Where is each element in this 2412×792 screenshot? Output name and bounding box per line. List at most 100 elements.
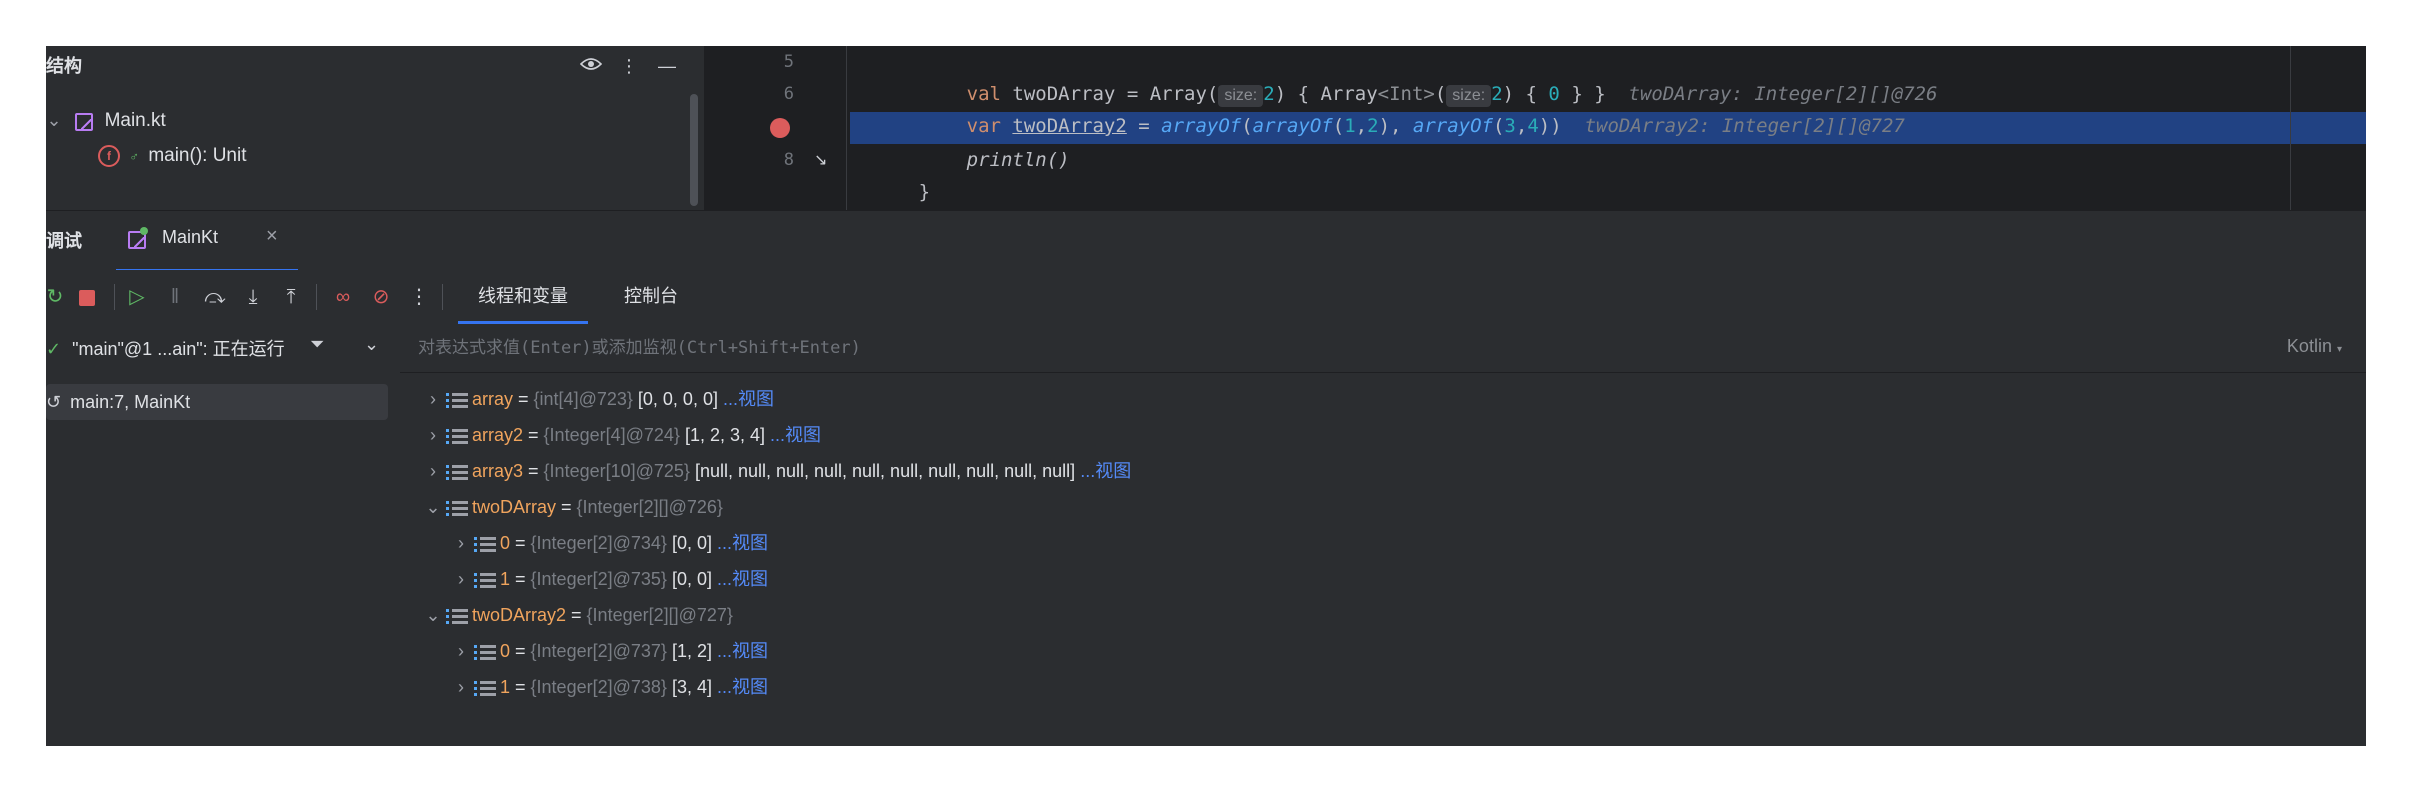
array-icon	[446, 499, 468, 517]
toolbar-separator	[442, 284, 443, 310]
debug-inlay-value: twoDArray2: Integer[2][]@727	[1584, 115, 1905, 137]
frame-return-icon: ↺	[46, 392, 62, 412]
variable-name: 1	[500, 569, 511, 589]
rerun-icon[interactable]: ↻	[46, 282, 70, 312]
variable-type: {Integer[10]@725}	[543, 461, 690, 481]
equals-sign: =	[510, 533, 531, 553]
code-editor[interactable]: 5 6 8 ↘ val twoDArray = Array(size: 2) { …	[704, 46, 2366, 210]
thread-label: "main"@1 ...ain": 正在运行	[72, 339, 285, 359]
tree-item-main-function[interactable]: f ♂ main(): Unit	[98, 140, 247, 172]
variable-row[interactable]: › 0 = {Integer[2]@737} [1, 2] ...视图	[450, 634, 768, 668]
view-link[interactable]: ...视图	[717, 641, 768, 661]
step-into-icon[interactable]: ⤓	[238, 282, 268, 312]
tab-mainkt[interactable]: MainKt ×	[116, 211, 298, 272]
more-vertical-icon[interactable]: ⋮	[616, 52, 642, 80]
stop-button[interactable]	[72, 282, 102, 312]
eye-icon[interactable]	[578, 52, 604, 80]
language-selector[interactable]: Kotlin ▾	[2287, 336, 2342, 357]
variable-type: {Integer[2][]@727}	[586, 605, 733, 625]
chevron-right-icon[interactable]: ›	[422, 382, 444, 416]
chevron-down-icon[interactable]: ⌄	[422, 598, 444, 632]
variable-type: {int[4]@723}	[533, 389, 633, 409]
code-line-8: }	[918, 181, 931, 203]
toolbar-separator	[316, 284, 317, 310]
public-icon: ♂	[129, 149, 140, 164]
variable-value: [0, 0]	[671, 569, 712, 589]
chevron-right-icon[interactable]: ›	[450, 634, 472, 668]
code-line-5: val twoDArray = Array(size: 2) { Array<In…	[966, 83, 1938, 107]
thread-selector[interactable]: ✓ "main"@1 ...ain": 正在运行	[46, 332, 285, 366]
array-icon	[474, 679, 496, 697]
chevron-right-icon[interactable]: ›	[422, 454, 444, 488]
variable-row[interactable]: › array = {int[4]@723} [0, 0, 0, 0] ...视图	[422, 382, 774, 416]
stack-frame[interactable]: ↺ main:7, MainKt	[46, 384, 388, 420]
chevron-down-icon[interactable]: ⌄	[364, 334, 379, 355]
variable-value: [0, 0]	[671, 533, 712, 553]
variable-row[interactable]: › array3 = {Integer[10]@725} [null, null,…	[422, 454, 1131, 488]
structure-panel: 结构 ⋮ — ⌄ Main.kt f ♂ main(): Unit	[46, 46, 704, 210]
variable-type: {Integer[4]@724}	[543, 425, 680, 445]
chevron-right-icon[interactable]: ›	[422, 418, 444, 452]
line-number: 8	[783, 150, 794, 170]
chevron-down-icon[interactable]: ⌄	[46, 104, 62, 136]
variable-type: {Integer[2]@734}	[530, 533, 667, 553]
view-link[interactable]: ...视图	[717, 677, 768, 697]
chevron-right-icon[interactable]: ›	[450, 670, 472, 704]
gutter-divider	[846, 46, 847, 210]
variable-row[interactable]: › 1 = {Integer[2]@738} [3, 4] ...视图	[450, 670, 768, 704]
variable-name: array3	[472, 461, 524, 481]
minimize-icon[interactable]: —	[654, 52, 680, 80]
variables-panel: Kotlin ▾ › array = {int[4]@723} [0, 0, 0,…	[400, 324, 2366, 746]
more-vertical-icon[interactable]: ⋮	[404, 282, 434, 312]
tab-console[interactable]: 控制台	[604, 270, 698, 321]
breakpoint-icon[interactable]	[770, 118, 790, 138]
view-link[interactable]: ...视图	[1080, 461, 1131, 481]
resume-icon[interactable]: ▷	[122, 282, 152, 312]
variable-row[interactable]: › 0 = {Integer[2]@734} [0, 0] ...视图	[450, 526, 768, 560]
mute-breakpoints-icon[interactable]: ⊘	[366, 282, 396, 312]
variable-name: twoDArray2	[472, 605, 567, 625]
equals-sign: =	[566, 605, 587, 625]
equals-sign: =	[510, 677, 531, 697]
view-link[interactable]: ...视图	[717, 533, 768, 553]
view-link[interactable]: ...视图	[770, 425, 821, 445]
variable-type: {Integer[2][]@726}	[576, 497, 723, 517]
step-out-icon[interactable]: ⤒	[276, 282, 306, 312]
array-icon	[474, 643, 496, 661]
frame-label: main:7, MainKt	[70, 392, 191, 412]
variable-row[interactable]: ⌄ twoDArray2 = {Integer[2][]@727}	[422, 598, 733, 632]
language-label: Kotlin	[2286, 336, 2332, 356]
chevron-right-icon[interactable]: ›	[450, 526, 472, 560]
filter-icon[interactable]: ⏷	[310, 334, 324, 355]
array-icon	[474, 571, 496, 589]
chevron-right-icon[interactable]: ›	[450, 562, 472, 596]
equals-sign: =	[523, 461, 544, 481]
step-over-icon[interactable]: ⤼	[200, 282, 230, 312]
frames-panel: ✓ "main"@1 ...ain": 正在运行 ⏷ ⌄ ↺ main:7, M…	[46, 324, 401, 746]
variable-row[interactable]: › array2 = {Integer[4]@724} [1, 2, 3, 4] …	[422, 418, 821, 452]
equals-sign: =	[556, 497, 577, 517]
evaluate-expression-input[interactable]	[400, 324, 2218, 372]
line-number: 6	[783, 84, 794, 104]
debug-toolbar: ↻ ▷ ‖ ⤼ ⤓ ⤒ ∞ ⊘ ⋮ 线程和变量 控制台	[46, 270, 2366, 325]
view-link[interactable]: ...视图	[723, 389, 774, 409]
array-icon	[446, 463, 468, 481]
variable-row[interactable]: ⌄ twoDArray = {Integer[2][]@726}	[422, 490, 723, 524]
pause-icon[interactable]: ‖	[160, 282, 190, 312]
tab-threads-and-variables[interactable]: 线程和变量	[458, 270, 588, 324]
code-line-7: println()	[966, 149, 1070, 171]
variable-name: 0	[500, 641, 511, 661]
tree-item-label: main(): Unit	[148, 145, 247, 166]
chevron-down-icon[interactable]: ⌄	[422, 490, 444, 524]
close-icon[interactable]: ×	[266, 225, 278, 248]
stop-icon	[79, 289, 95, 306]
variable-row[interactable]: › 1 = {Integer[2]@735} [0, 0] ...视图	[450, 562, 768, 596]
view-link[interactable]: ...视图	[717, 569, 768, 589]
equals-sign: =	[510, 569, 531, 589]
structure-title: 结构	[46, 56, 82, 76]
tree-item-main-kt[interactable]: ⌄ Main.kt	[46, 104, 165, 136]
scrollbar[interactable]	[690, 94, 698, 206]
running-indicator	[140, 227, 148, 235]
view-breakpoints-icon[interactable]: ∞	[328, 282, 358, 312]
equals-sign: =	[513, 389, 534, 409]
